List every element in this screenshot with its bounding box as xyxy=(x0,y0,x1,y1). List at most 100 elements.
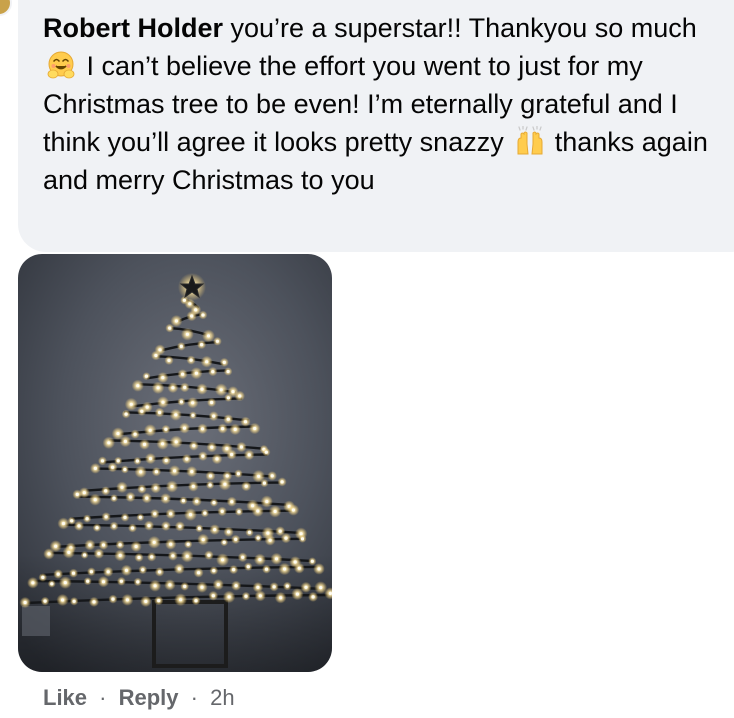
light-bulb-core xyxy=(279,596,283,600)
light-bulb-core xyxy=(111,597,115,601)
comment-text: Robert Holder you’re a superstar!! Thank… xyxy=(43,9,733,199)
light-bulb-core xyxy=(270,474,274,478)
light-bulb-core xyxy=(144,599,148,603)
light-bulb-core xyxy=(148,428,152,432)
light-bulb-core xyxy=(93,466,97,470)
light-bulb-core xyxy=(232,568,236,572)
reply-button[interactable]: Reply xyxy=(119,685,179,710)
light-bulb-core xyxy=(142,442,147,446)
light-bulb-core xyxy=(243,420,248,424)
light-bulb-core xyxy=(133,432,137,436)
light-bulb-core xyxy=(274,557,279,561)
light-bulb-core xyxy=(194,371,198,375)
light-bulb-core xyxy=(157,599,161,603)
light-bulb-core xyxy=(82,491,86,495)
light-bulb-core xyxy=(97,552,101,556)
light-bulb-core xyxy=(328,591,332,595)
light-bulb-core xyxy=(67,550,71,554)
light-bulb-core xyxy=(148,457,153,461)
light-bulb-core xyxy=(154,353,158,358)
light-bulb-core xyxy=(236,472,240,476)
avatar[interactable] xyxy=(0,0,12,16)
light-bulb-core xyxy=(191,413,195,417)
light-bulb-core xyxy=(222,540,226,544)
light-bulb-core xyxy=(173,469,177,473)
light-bulb-core xyxy=(188,513,193,517)
light-bulb-core xyxy=(194,308,198,312)
light-bulb-core xyxy=(83,553,87,557)
light-bulb-core xyxy=(201,538,205,542)
light-bulb-core xyxy=(197,526,201,530)
light-bulb-core xyxy=(164,427,168,431)
light-bulb-core xyxy=(107,441,111,445)
light-bulb-core xyxy=(210,445,214,449)
light-bulb-core xyxy=(145,496,149,500)
light-bulb-core xyxy=(272,585,276,589)
light-bulb-core xyxy=(174,413,178,417)
light-bulb-core xyxy=(71,571,76,575)
light-bulb-core xyxy=(92,600,96,604)
light-bulb-core xyxy=(104,489,108,493)
light-bulb-core xyxy=(70,519,74,523)
light-bulb-core xyxy=(310,559,314,563)
light-bulb-core xyxy=(273,509,277,513)
light-bulb-core xyxy=(246,565,250,569)
light-bulb-core xyxy=(75,492,79,496)
light-bulb-core xyxy=(208,474,213,478)
light-bulb-core xyxy=(264,567,269,571)
light-bulb-core xyxy=(226,417,230,421)
light-bulb-core xyxy=(244,594,248,598)
light-bulb-core xyxy=(100,459,105,463)
light-bulb-core xyxy=(112,524,116,528)
light-bulb-core xyxy=(77,524,81,528)
light-bulb-core xyxy=(118,553,122,557)
light-bulb-core xyxy=(222,360,226,364)
light-bulb-core xyxy=(178,524,182,528)
light-bulb-core xyxy=(154,486,158,490)
light-bulb-core xyxy=(86,579,90,583)
light-bulb-core xyxy=(134,544,138,549)
light-bulb-core xyxy=(278,529,282,533)
light-bulb-core xyxy=(168,583,172,587)
light-bulb-core xyxy=(179,400,183,404)
light-bulb-core xyxy=(152,540,156,544)
light-bulb-core xyxy=(200,427,205,431)
light-bulb-core xyxy=(195,499,199,503)
light-bulb-core xyxy=(210,400,214,405)
light-bulb-core xyxy=(183,385,187,389)
comment-actions: Like · Reply · 2h xyxy=(43,684,235,712)
light-bulb-core xyxy=(295,592,299,596)
light-bulb-core xyxy=(192,444,196,448)
light-bulb-core xyxy=(233,427,237,431)
light-bulb-core xyxy=(237,510,241,514)
light-bulb-core xyxy=(304,585,308,589)
light-bulb-core xyxy=(179,598,183,602)
light-bulb-core xyxy=(89,570,93,574)
light-bulb-core xyxy=(280,480,284,484)
light-bulb-core xyxy=(150,555,154,559)
light-bulb-core xyxy=(194,599,198,603)
light-bulb-core xyxy=(141,568,145,572)
timestamp[interactable]: 2h xyxy=(210,685,234,710)
comment-bubble: Robert Holder you’re a superstar!! Thank… xyxy=(18,0,734,252)
light-bulb-core xyxy=(138,515,142,519)
light-bulb-core xyxy=(244,484,248,488)
light-bulb-core xyxy=(190,314,194,318)
light-bulb-core xyxy=(239,445,243,449)
light-bulb-core xyxy=(153,584,157,588)
light-bulb-core xyxy=(95,526,99,530)
like-button[interactable]: Like xyxy=(43,685,87,710)
separator: · xyxy=(190,685,198,710)
light-bulb-core xyxy=(171,386,175,390)
light-bulb-core xyxy=(212,569,216,573)
attached-photo[interactable] xyxy=(18,254,332,672)
light-bulb-core xyxy=(154,470,158,474)
light-bulb-core xyxy=(136,580,140,584)
light-bulb-core xyxy=(211,370,215,374)
light-bulb-core xyxy=(135,459,139,463)
light-bulb-core xyxy=(47,552,51,556)
light-bulb-core xyxy=(106,570,110,574)
comment-author[interactable]: Robert Holder xyxy=(43,13,223,43)
light-bulb-core xyxy=(247,530,252,534)
light-bulb-core xyxy=(50,582,54,586)
